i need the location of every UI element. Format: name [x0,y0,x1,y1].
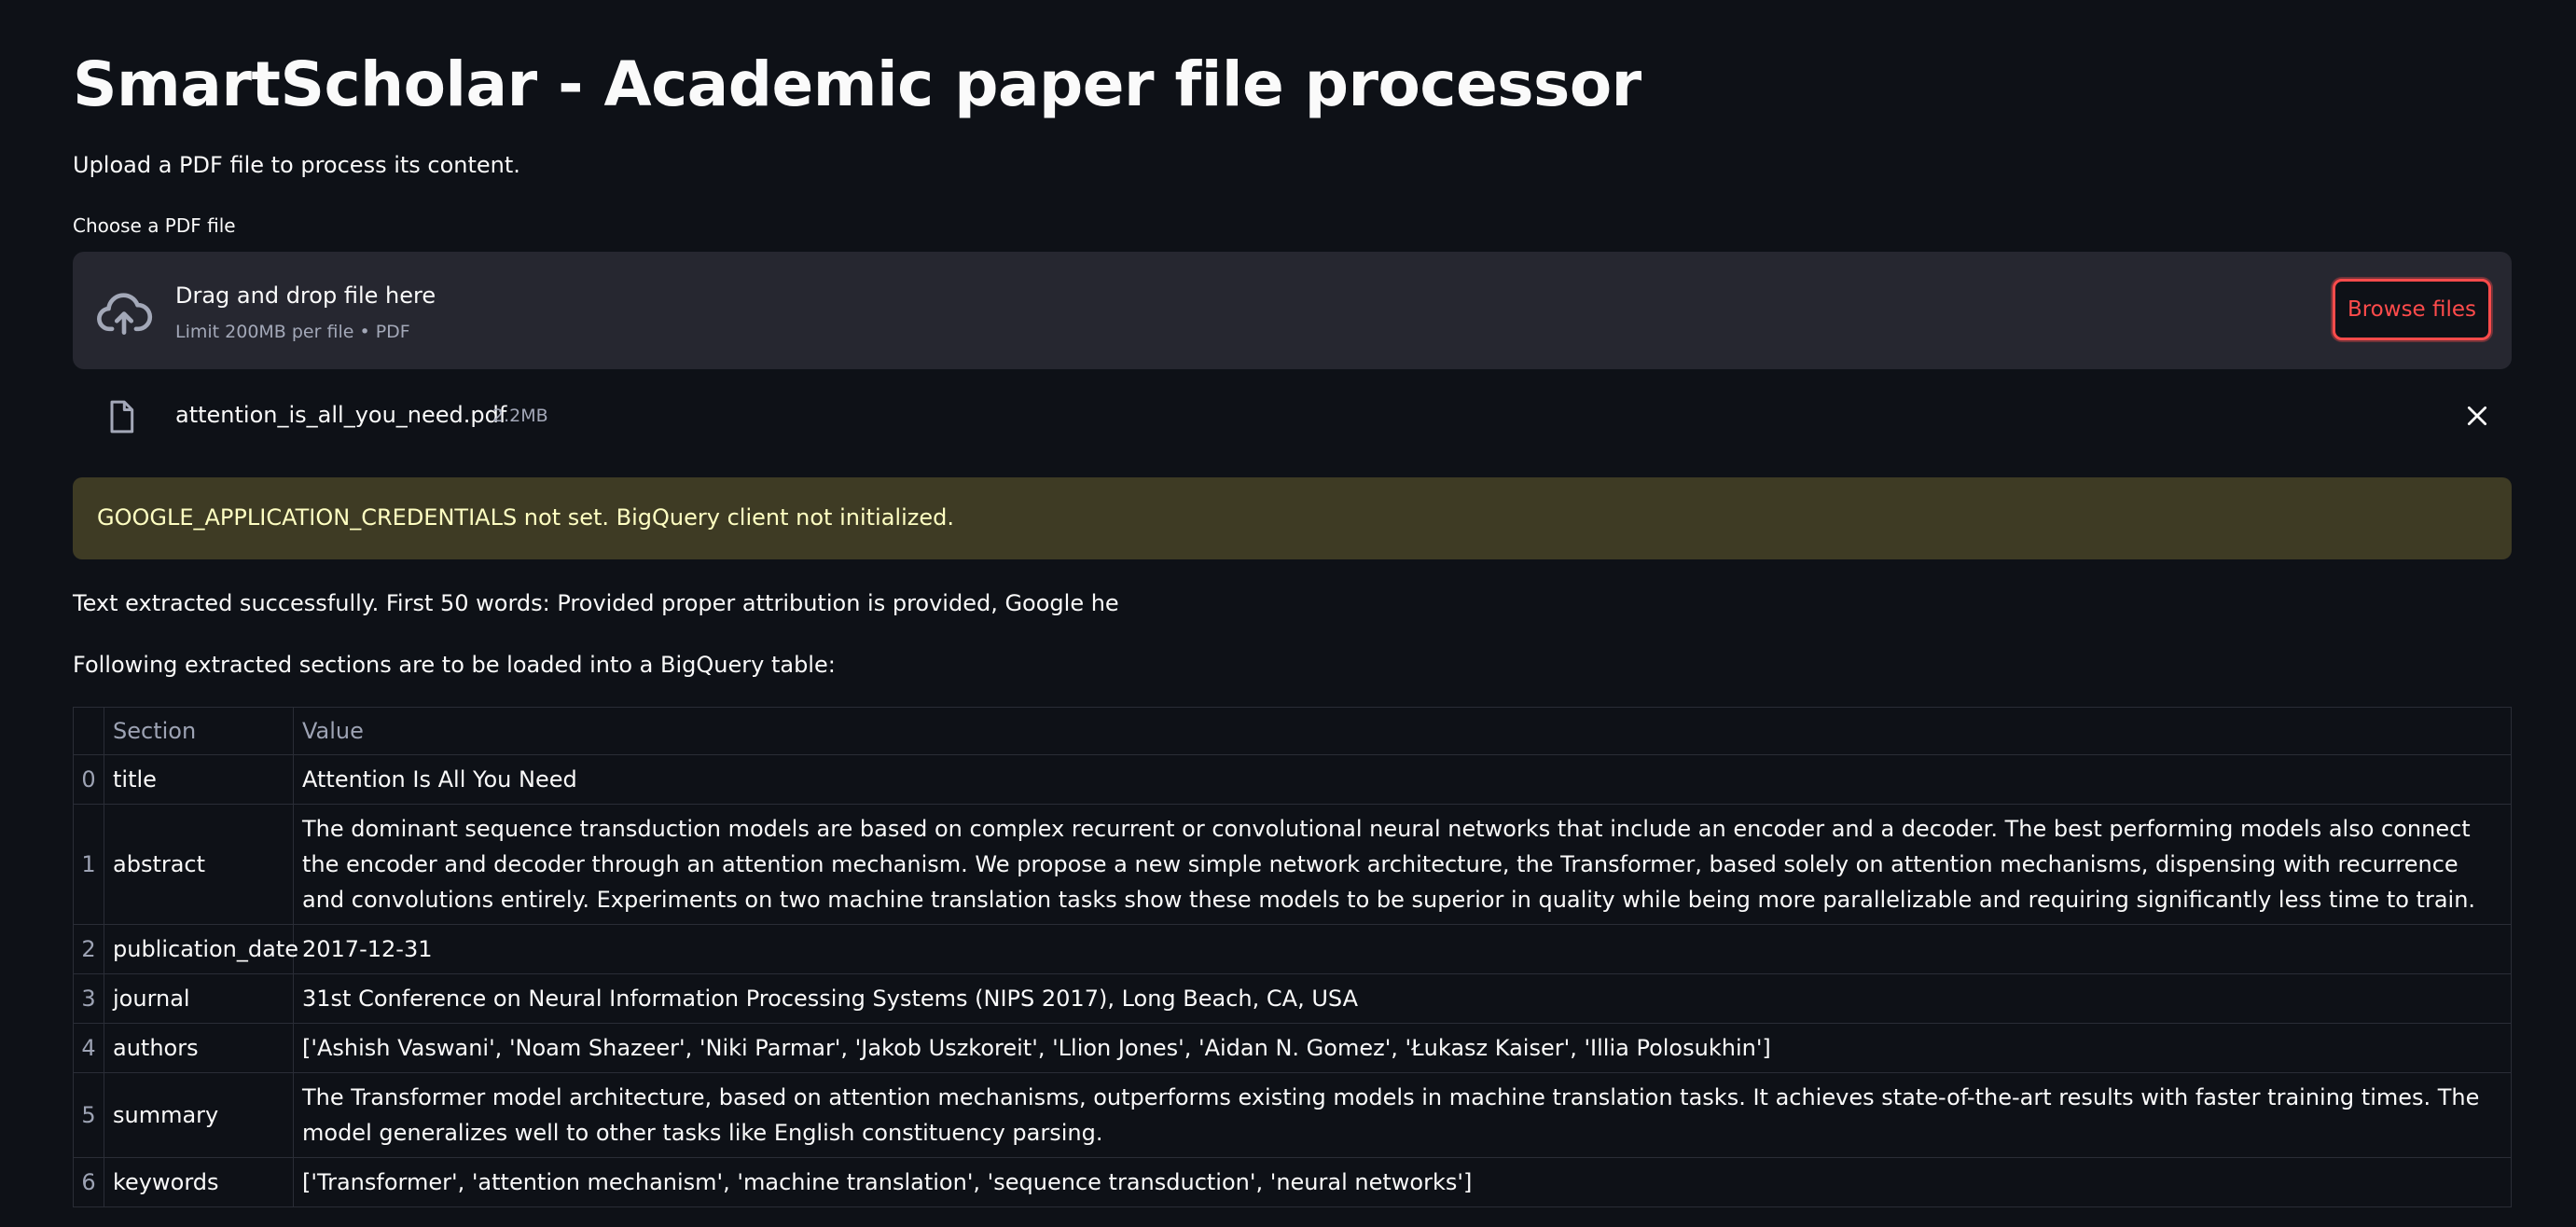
value-cell[interactable]: Attention Is All You Need [293,754,2512,805]
row-index: 4 [73,1023,104,1073]
index-header[interactable] [73,707,104,755]
row-index: 1 [73,804,104,925]
table-row: 1 abstract The dominant sequence transdu… [73,804,2512,925]
sections-message: Following extracted sections are to be l… [73,652,836,678]
file-size: 2.2MB [492,406,548,426]
section-cell[interactable]: authors [104,1023,294,1073]
file-uploader-label: Choose a PDF file [73,214,236,237]
extraction-message: Text extracted successfully. First 50 wo… [73,590,1119,616]
section-column-header[interactable]: Section [104,707,294,755]
table-row: 0 title Attention Is All You Need [73,754,2512,805]
section-cell[interactable]: abstract [104,804,294,925]
table-row: 6 keywords ['Transformer', 'attention me… [73,1157,2512,1207]
value-cell[interactable]: ['Transformer', 'attention mechanism', '… [293,1157,2512,1207]
table-header-row: Section Value [73,707,2512,755]
file-icon [110,400,134,434]
warning-alert: GOOGLE_APPLICATION_CREDENTIALS not set. … [73,477,2512,559]
section-cell[interactable]: summary [104,1072,294,1158]
row-index: 5 [73,1072,104,1158]
warning-text: GOOGLE_APPLICATION_CREDENTIALS not set. … [97,504,954,531]
page-subtitle: Upload a PDF file to process its content… [73,152,520,178]
value-column-header[interactable]: Value [293,707,2512,755]
table-row: 5 summary The Transformer model architec… [73,1072,2512,1158]
table-row: 4 authors ['Ashish Vaswani', 'Noam Shaze… [73,1023,2512,1073]
close-icon[interactable] [2465,404,2489,428]
sections-table: Section Value 0 title Attention Is All Y… [73,707,2512,1207]
row-index: 2 [73,924,104,974]
value-cell[interactable]: ['Ashish Vaswani', 'Noam Shazeer', 'Niki… [293,1023,2512,1073]
dropzone-limit: Limit 200MB per file • PDF [175,322,410,342]
row-index: 0 [73,754,104,805]
value-cell[interactable]: 31st Conference on Neural Information Pr… [293,973,2512,1024]
browse-files-button[interactable]: Browse files [2333,279,2491,340]
section-cell[interactable]: keywords [104,1157,294,1207]
row-index: 6 [73,1157,104,1207]
dropzone-title: Drag and drop file here [175,283,436,309]
file-dropzone[interactable]: Drag and drop file here Limit 200MB per … [73,252,2512,369]
app-page: SmartScholar - Academic paper file proce… [0,0,2576,1227]
table-row: 3 journal 31st Conference on Neural Info… [73,973,2512,1024]
value-cell[interactable]: The Transformer model architecture, base… [293,1072,2512,1158]
value-cell[interactable]: The dominant sequence transduction model… [293,804,2512,925]
cloud-upload-icon [97,293,153,335]
uploaded-file-item: attention_is_all_you_need.pdf 2.2MB [73,382,2512,449]
section-cell[interactable]: journal [104,973,294,1024]
file-name: attention_is_all_you_need.pdf [175,402,507,428]
row-index: 3 [73,973,104,1024]
page-title: SmartScholar - Academic paper file proce… [73,48,1641,120]
value-cell[interactable]: 2017-12-31 [293,924,2512,974]
section-cell[interactable]: publication_date [104,924,298,974]
section-cell[interactable]: title [104,754,294,805]
table-row: 2 publication_date 2017-12-31 [73,924,2512,974]
